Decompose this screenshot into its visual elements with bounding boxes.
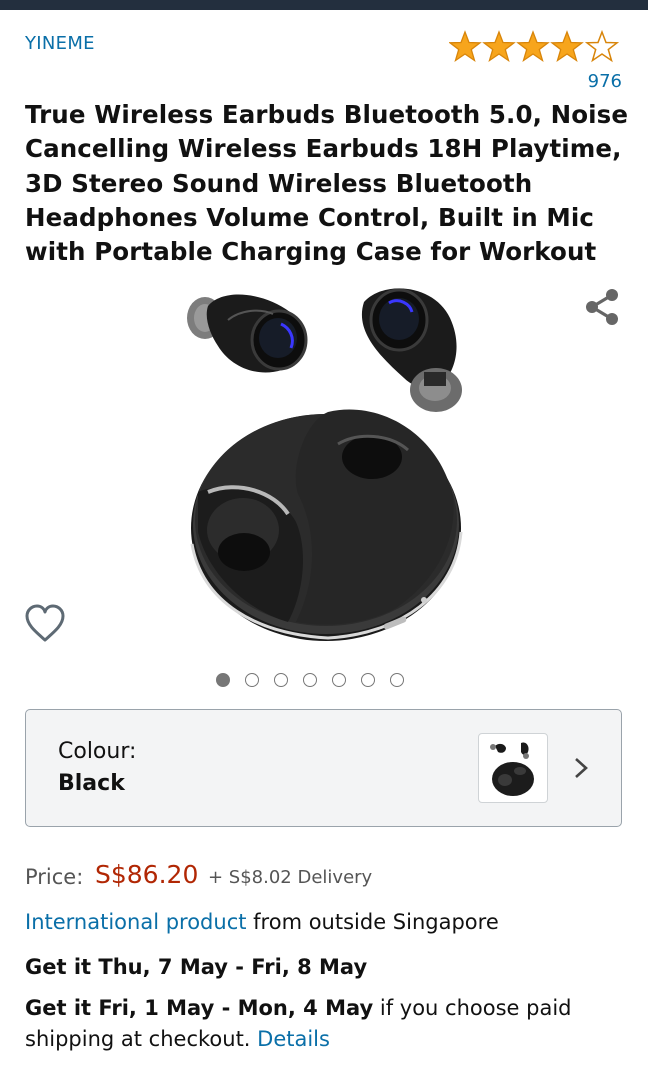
- share-icon[interactable]: [581, 286, 623, 328]
- colour-swatch-thumbnail[interactable]: [478, 733, 548, 803]
- price-label: Price:: [25, 865, 84, 889]
- star-icon: [483, 31, 515, 62]
- top-nav-bar: [0, 0, 648, 10]
- star-icon: [551, 31, 583, 62]
- charging-case: [190, 409, 463, 641]
- paid-delivery-dates: Get it Fri, 1 May - Mon, 4 May: [25, 996, 374, 1020]
- carousel-dot-4[interactable]: [303, 673, 317, 687]
- earbud-right: [361, 288, 462, 412]
- carousel-dot-2[interactable]: [245, 673, 259, 687]
- heart-icon[interactable]: [24, 604, 66, 644]
- star-icon: [449, 31, 481, 62]
- product-image[interactable]: [178, 282, 478, 647]
- colour-label: Colour:: [58, 739, 137, 764]
- chevron-right-icon[interactable]: [571, 755, 591, 781]
- price-value: S$86.20: [95, 860, 199, 889]
- paid-delivery-estimate: Get it Fri, 1 May - Mon, 4 May if you ch…: [25, 993, 625, 1055]
- details-link[interactable]: Details: [257, 1027, 330, 1051]
- delivery-charge: + S$8.02 Delivery: [208, 867, 373, 888]
- international-product-text: from outside Singapore: [246, 910, 499, 934]
- carousel-dot-1[interactable]: [216, 673, 230, 687]
- colour-value: Black: [58, 771, 125, 796]
- carousel-dot-3[interactable]: [274, 673, 288, 687]
- rating-count-link[interactable]: 976: [588, 71, 622, 92]
- star-icon: [517, 31, 549, 62]
- carousel-dot-5[interactable]: [332, 673, 346, 687]
- international-product-line: International product from outside Singa…: [25, 910, 499, 934]
- carousel-dot-6[interactable]: [361, 673, 375, 687]
- star-empty-icon: [586, 31, 618, 62]
- product-title: True Wireless Earbuds Bluetooth 5.0, Noi…: [25, 100, 629, 267]
- earbud-left: [187, 294, 308, 373]
- star-rating[interactable]: [449, 30, 621, 64]
- image-carousel-indicator: [216, 673, 404, 691]
- carousel-dot-7[interactable]: [390, 673, 404, 687]
- colour-selector[interactable]: Colour: Black: [25, 709, 622, 827]
- brand-link[interactable]: YINEME: [25, 33, 95, 54]
- international-product-link[interactable]: International product: [25, 910, 246, 934]
- standard-delivery-estimate: Get it Thu, 7 May - Fri, 8 May: [25, 955, 368, 979]
